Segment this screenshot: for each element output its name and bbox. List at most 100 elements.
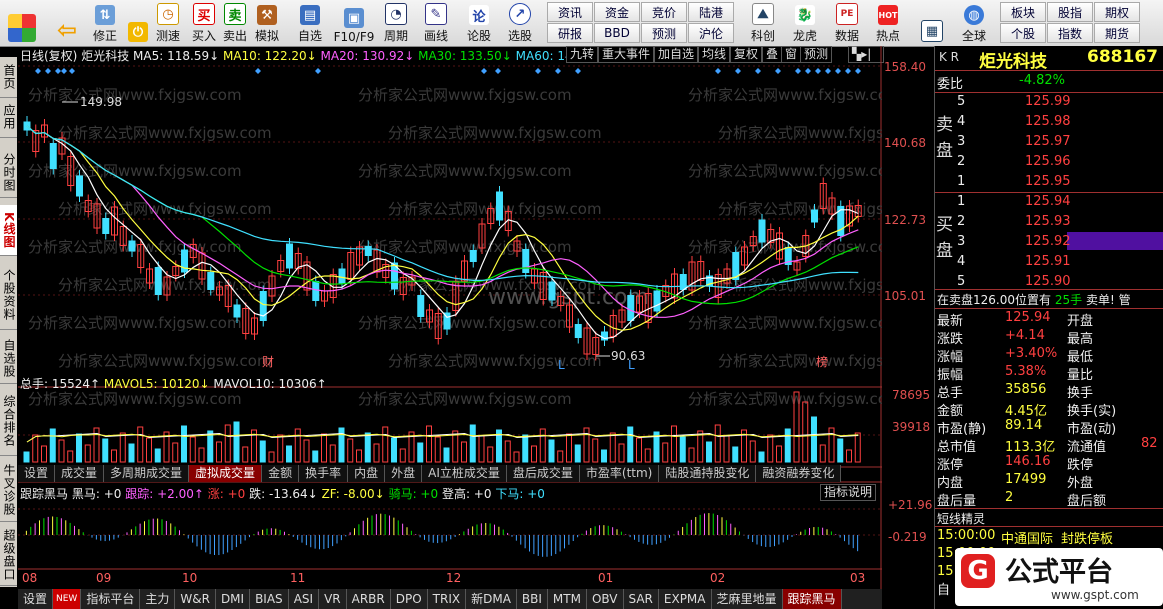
vtab-after-hours[interactable]: 盘后成交量: [506, 465, 580, 482]
volume-bar: [102, 438, 109, 463]
watchlist-button[interactable]: ▤ 自选: [292, 2, 328, 44]
bbd-button[interactable]: BBD: [594, 23, 640, 43]
btab-settings[interactable]: 设置: [18, 589, 54, 609]
btab-obv[interactable]: OBV: [587, 589, 624, 609]
stock-index-button[interactable]: 股指: [1047, 2, 1093, 22]
revise-button[interactable]: ⇅ 修正: [90, 2, 120, 44]
global-button[interactable]: ◍ 全球: [956, 2, 992, 44]
vtab-pe[interactable]: 市盈率(ttm): [579, 465, 660, 482]
signal-diamond: [255, 68, 261, 74]
tab-home[interactable]: 首页: [0, 57, 17, 98]
vtab-turnover[interactable]: 换手率: [299, 465, 349, 482]
vtab-amount[interactable]: 金额: [262, 465, 300, 482]
option-button[interactable]: 期权: [1094, 2, 1140, 22]
tab-apps[interactable]: 应用: [0, 97, 17, 138]
btab-dpo[interactable]: DPO: [391, 589, 428, 609]
discuss-button[interactable]: 论 论股: [463, 2, 495, 44]
vtab-multi-period[interactable]: 多周期成交量: [104, 465, 190, 482]
vtab-outer[interactable]: 外盘: [385, 465, 423, 482]
btab-dmi[interactable]: DMI: [216, 589, 251, 609]
news-row-0-stock: 中通国际: [1001, 532, 1054, 547]
lugang-button[interactable]: 陆港: [688, 2, 734, 22]
btab-arbr[interactable]: ARBR: [347, 589, 391, 609]
tab-stock-info[interactable]: 个股资料: [0, 261, 17, 330]
research-button[interactable]: 研报: [547, 23, 593, 43]
logo-box: G 公式平台 www.gspt.com: [955, 548, 1163, 606]
draw-label: 画线: [423, 29, 448, 43]
indicator-help-button[interactable]: 指标说明: [820, 484, 877, 501]
btab-platform[interactable]: 指标平台: [81, 589, 141, 609]
btab-newdma[interactable]: 新DMA: [466, 589, 517, 609]
tab-kline[interactable]: K线图: [0, 205, 17, 256]
longhu-button[interactable]: 🐉 龙虎: [787, 2, 823, 44]
signal-diamond: [45, 68, 51, 74]
volume-bar: [233, 421, 240, 463]
speed-test-button[interactable]: ◷ 测速: [153, 2, 183, 44]
index-button[interactable]: 指数: [1047, 23, 1093, 43]
btab-zhima[interactable]: 芝麻里地量: [712, 589, 783, 609]
btab-expma[interactable]: EXPMA: [659, 589, 712, 609]
kline-chart-area[interactable]: 日线(复权) 炬光科技 MA5: 118.59↓ MA10: 122.20↓ M…: [18, 46, 932, 589]
home-button[interactable]: [4, 2, 40, 44]
volume-bar: [802, 401, 809, 463]
vtab-volume[interactable]: 成交量: [55, 465, 105, 482]
volume-bar: [784, 428, 791, 463]
kechuang-button[interactable]: ⛰ 科创: [745, 2, 781, 44]
btab-genzong[interactable]: 跟踪黑马: [782, 589, 842, 609]
stat-row-0-label2: 开盘: [1067, 314, 1094, 329]
news-button[interactable]: 资讯: [547, 2, 593, 22]
vtab-margin[interactable]: 融资融券变化: [756, 465, 842, 482]
auction-button[interactable]: 竞价: [641, 2, 687, 22]
vtab-ai[interactable]: AI立桩成交量: [422, 465, 507, 482]
candle-body: [811, 209, 818, 223]
grid-button[interactable]: ▦: [914, 2, 950, 44]
capital-button[interactable]: 资金: [594, 2, 640, 22]
vtab-lugutong[interactable]: 陆股通持股变化: [659, 465, 757, 482]
volume-bar: [767, 434, 774, 463]
forecast-button[interactable]: 预测: [641, 23, 687, 43]
btab-asi[interactable]: ASI: [289, 589, 320, 609]
candle-body: [758, 219, 766, 243]
btab-mtm[interactable]: MTM: [548, 589, 587, 609]
data-button[interactable]: PE 数据: [829, 2, 865, 44]
volume-bar: [119, 432, 126, 463]
sell-button[interactable]: 卖 卖出: [221, 2, 249, 44]
draw-button[interactable]: ✎ 画线: [418, 2, 454, 44]
btab-main[interactable]: 主力: [140, 589, 176, 609]
simulate-button[interactable]: ⚒ 模拟: [253, 2, 281, 44]
volume-bar: [662, 442, 669, 463]
volume-bar: [776, 445, 782, 463]
buy-row-0-price: 125.94: [1025, 194, 1071, 209]
tab-ranking[interactable]: 综合排名: [0, 387, 17, 456]
f10-button[interactable]: ▣ F10/F9: [330, 2, 378, 44]
btab-wr[interactable]: W&R: [175, 589, 216, 609]
sector-button[interactable]: 板块: [1000, 2, 1046, 22]
vtab-inner[interactable]: 内盘: [348, 465, 386, 482]
tab-watchlist[interactable]: 自选股: [0, 333, 17, 384]
ind-zhang: 涨: +0: [207, 487, 246, 501]
tab-super-depth[interactable]: 超级盘口: [0, 525, 17, 586]
btab-trix[interactable]: TRIX: [428, 589, 467, 609]
period-button[interactable]: ◔ 周期: [378, 2, 414, 44]
tab-diagnose[interactable]: 牛叉诊股: [0, 459, 17, 522]
volume-bar: [469, 424, 476, 463]
back-button[interactable]: ⇦: [52, 2, 82, 44]
tab-timeshare[interactable]: 分时图: [0, 147, 17, 198]
btab-sar[interactable]: SAR: [624, 589, 659, 609]
futures-button[interactable]: 期货: [1094, 23, 1140, 43]
vtab-virtual-volume[interactable]: 虚拟成交量: [189, 465, 263, 482]
buy-button[interactable]: 买 买入: [190, 2, 218, 44]
data-label: 数据: [834, 29, 859, 43]
volume-bar: [452, 430, 459, 463]
signal-diamond: [481, 68, 487, 74]
vtab-settings[interactable]: 设置: [18, 465, 56, 482]
btab-bbi[interactable]: BBI: [517, 589, 548, 609]
candle-body: [128, 240, 136, 252]
power-button[interactable]: ⏻: [123, 2, 153, 44]
btab-vr[interactable]: VR: [319, 589, 347, 609]
stock-button[interactable]: 个股: [1000, 23, 1046, 43]
btab-bias[interactable]: BIAS: [250, 589, 289, 609]
hot-button[interactable]: HOT 热点: [870, 2, 906, 44]
screen-button[interactable]: ↗ 选股: [500, 2, 540, 44]
hulun-button[interactable]: 沪伦: [688, 23, 734, 43]
